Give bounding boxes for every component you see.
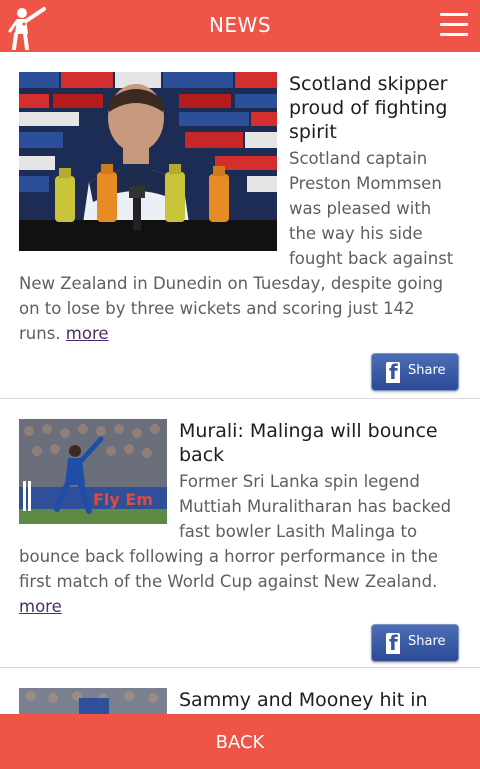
press-conference-photo (19, 72, 277, 251)
news-feed[interactable]: Scotland skipper proud of fighting spiri… (0, 52, 480, 714)
back-label: BACK (215, 732, 265, 753)
article-image[interactable] (19, 72, 277, 251)
back-button[interactable]: BACK (0, 714, 480, 769)
facebook-share-button[interactable]: Share (371, 353, 459, 391)
share-label: Share (408, 634, 446, 649)
facebook-icon (386, 631, 400, 655)
hamburger-menu-icon[interactable] (440, 13, 468, 37)
news-screen: NEWS Scotland skipper proud of fighting … (0, 0, 480, 769)
more-link[interactable]: more (66, 324, 109, 343)
top-app-bar: NEWS (0, 0, 480, 52)
cricket-match-photo: Fly Em (19, 419, 167, 524)
share-label: Share (408, 363, 446, 378)
news-article: Fly Em Murali: Malinga will bounce back … (0, 399, 480, 668)
article-image[interactable]: Fly Em (19, 419, 167, 524)
news-article: Scotland skipper proud of fighting spiri… (0, 52, 480, 399)
page-title: NEWS (208, 13, 272, 37)
cricket-photo (19, 688, 167, 714)
article-image[interactable] (19, 688, 167, 714)
more-link[interactable]: more (19, 597, 62, 616)
facebook-icon (386, 360, 400, 384)
svg-text:Fly Em: Fly Em (93, 490, 153, 509)
news-article: Sammy and Mooney hit in (0, 668, 480, 714)
facebook-share-button[interactable]: Share (371, 624, 459, 662)
